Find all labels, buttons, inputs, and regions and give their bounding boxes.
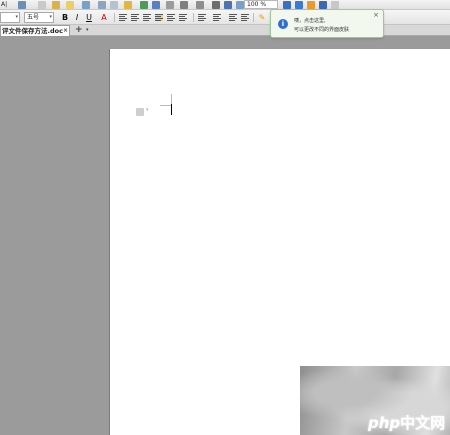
font-color-button[interactable]: A	[99, 12, 109, 23]
watermark-latin: php	[368, 414, 401, 432]
gift-icon[interactable]	[307, 1, 315, 9]
justify-icon[interactable]	[155, 14, 163, 21]
distribute-icon[interactable]	[167, 14, 175, 21]
text-direction-icon[interactable]	[224, 1, 232, 9]
bold-button[interactable]: B	[60, 12, 70, 23]
info-icon: i	[278, 19, 288, 29]
watermark-cn: 中文网	[400, 414, 446, 432]
increase-indent-icon[interactable]	[241, 14, 249, 21]
insert-table-icon[interactable]	[124, 1, 132, 9]
cut-icon[interactable]	[38, 1, 46, 9]
highlight-icon[interactable]: ✎	[257, 12, 267, 23]
skin-icon[interactable]	[295, 1, 303, 9]
drawing-icon[interactable]	[236, 1, 244, 9]
pen-icon[interactable]	[82, 1, 90, 9]
line-spacing-icon[interactable]	[179, 14, 187, 21]
redo-icon[interactable]	[110, 1, 118, 9]
numbered-list-icon[interactable]	[198, 14, 206, 21]
paste-icon[interactable]	[18, 1, 26, 9]
table-grid-icon[interactable]	[196, 1, 204, 9]
undo-icon[interactable]	[98, 1, 106, 9]
toolbar-text-fragment: A|	[1, 1, 8, 8]
font-size-value: 五号	[27, 14, 40, 21]
insert-chart-icon[interactable]	[166, 1, 174, 9]
format-painter-icon[interactable]	[66, 1, 74, 9]
menu-icon[interactable]	[331, 1, 339, 9]
bulleted-list-icon[interactable]	[213, 14, 221, 21]
italic-button[interactable]: I	[72, 12, 82, 23]
document-tab-label: 评文件保存方法.doc	[2, 27, 63, 35]
notification-line-2: 可以更改不同的界面皮肤	[294, 27, 350, 33]
align-left-icon[interactable]	[119, 14, 127, 21]
close-icon[interactable]: ×	[373, 11, 379, 19]
copy-icon[interactable]	[52, 1, 60, 9]
document-tab[interactable]: 评文件保存方法.doc ×	[0, 25, 70, 36]
separator	[193, 13, 194, 22]
insert-shape-icon[interactable]	[152, 1, 160, 9]
notification-line-1: 咦，点击这里,	[294, 18, 326, 24]
new-tab-icon[interactable]: +	[75, 25, 83, 35]
paragraph-handle-icon[interactable]	[136, 108, 144, 116]
close-tab-icon[interactable]: ×	[63, 26, 68, 36]
insert-picture-icon[interactable]	[140, 1, 148, 9]
decrease-indent-icon[interactable]	[229, 14, 237, 21]
text-cursor	[171, 104, 172, 115]
separator	[253, 13, 254, 22]
chevron-down-icon: ▾	[49, 14, 52, 20]
text-box-icon[interactable]	[212, 1, 220, 9]
font-size-select[interactable]: 五号 ▾	[24, 12, 54, 23]
help-icon[interactable]	[283, 1, 291, 9]
columns-icon[interactable]	[180, 1, 188, 9]
separator	[114, 13, 115, 22]
underline-button[interactable]: U	[84, 12, 94, 23]
zoom-value: 100 %	[247, 1, 267, 8]
chevron-down-icon[interactable]: ▾	[86, 25, 89, 36]
skin-tip-notification[interactable]: i 咦，点击这里, 可以更改不同的界面皮肤 ×	[270, 9, 384, 38]
chevron-down-icon: ▾	[15, 14, 18, 20]
site-watermark: php中文网	[368, 415, 445, 431]
font-name-select[interactable]: ▾	[0, 12, 20, 23]
align-right-icon[interactable]	[143, 14, 151, 21]
zoom-select[interactable]: 100 %	[244, 0, 278, 9]
align-center-icon[interactable]	[131, 14, 139, 21]
chevron-down-icon[interactable]: ▾	[146, 107, 149, 113]
online-help-icon[interactable]	[319, 1, 327, 9]
